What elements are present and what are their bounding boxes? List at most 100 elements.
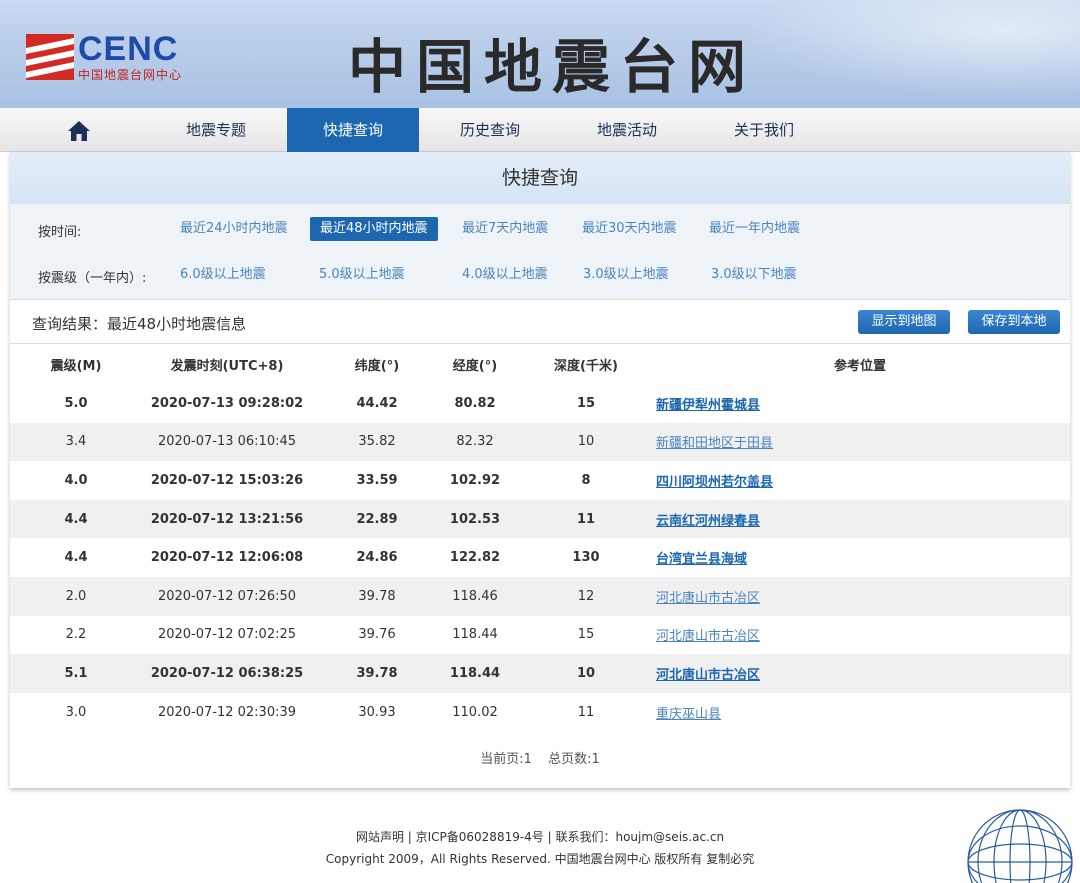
time-cell: 2020-07-12 07:02:25 (157, 627, 297, 643)
latitude-cell: 35.82 (358, 434, 396, 450)
longitude-cell: 118.44 (449, 665, 501, 681)
table-row: 4.0 2020-07-12 15:03:26 33.59 102.92 8 四川阿坝州若… (10, 461, 1070, 500)
location-link[interactable]: 新疆和田地区于田县 (656, 432, 773, 451)
depth-cell: 12 (577, 588, 595, 604)
location-link[interactable]: 河北唐山市古冶区 (656, 625, 760, 644)
location-cell: 河北唐山市古冶区 (656, 577, 1016, 616)
filter-mag-4[interactable]: 4.0级以上地震 (462, 263, 548, 287)
location-cell: 重庆巫山县 (656, 693, 1016, 732)
nav-item-about[interactable]: 关于我们 (698, 108, 830, 152)
by-time-label: 按时间: (38, 225, 82, 240)
nav-item-history-query[interactable]: 历史查询 (424, 108, 556, 152)
time-cell: 2020-07-12 13:21:56 (150, 511, 304, 527)
magnitude-cell: 3.4 (65, 434, 87, 450)
site-header: CENC 中国地震台网中心 中国地震台网 (0, 0, 1080, 108)
longitude-cell: 118.44 (452, 627, 498, 643)
latitude-cell: 39.78 (356, 665, 398, 681)
location-cell: 河北唐山市古冶区 (656, 616, 1016, 655)
time-cell: 2020-07-12 02:30:39 (157, 704, 297, 720)
home-button[interactable] (62, 118, 96, 144)
latitude-cell: 39.76 (358, 627, 396, 643)
location-link[interactable]: 云南红河州绿春县 (656, 510, 760, 529)
filter-section: 按时间: 最近24小时内地震 最近48小时内地震 最近7天内地震 最近30天内地… (10, 204, 1070, 300)
location-link[interactable]: 河北唐山市古冶区 (656, 664, 760, 683)
location-link[interactable]: 四川阿坝州若尔盖县 (656, 471, 773, 490)
location-cell: 台湾宜兰县海域 (656, 538, 1016, 577)
latitude-cell: 22.89 (356, 511, 398, 527)
table-row: 4.4 2020-07-12 13:21:56 22.89 102.53 11 云南红河州… (10, 499, 1070, 539)
current-page: 当前页:1 (480, 752, 532, 767)
cenc-logo-mark-icon (26, 34, 74, 80)
time-cell: 2020-07-12 07:26:50 (157, 588, 297, 604)
filter-mag-6[interactable]: 6.0级以上地震 (180, 263, 266, 287)
longitude-cell: 102.92 (449, 472, 501, 488)
location-cell: 新疆和田地区于田县 (656, 423, 1016, 462)
depth-cell: 15 (576, 395, 596, 411)
depth-cell: 130 (572, 550, 600, 566)
logo-text: CENC (78, 30, 179, 68)
filter-1y[interactable]: 最近一年内地震 (709, 217, 800, 241)
site-footer: 网站声明 | 京ICP备06028819-4号 | 联系我们：houjm@sei… (0, 826, 1080, 870)
cenc-logo[interactable]: CENC 中国地震台网中心 (26, 32, 216, 82)
depth-cell: 15 (577, 627, 595, 643)
time-cell: 2020-07-13 06:10:45 (157, 434, 297, 450)
earthquake-table: 震级(M) 发震时刻(UTC+8) 纬度(°) 经度(°) 深度(千米) 参考位… (10, 344, 1070, 731)
header-latitude: 纬度(°) (354, 358, 400, 374)
time-cell: 2020-07-12 12:06:08 (150, 550, 304, 566)
result-bar: 查询结果：最近48小时地震信息 显示到地图 保存到本地 (10, 300, 1070, 344)
filter-30d[interactable]: 最近30天内地震 (582, 217, 677, 241)
table-row: 5.1 2020-07-12 06:38:25 39.78 118.44 10 河北唐山市… (10, 654, 1070, 693)
table-row: 2.2 2020-07-12 07:02:25 39.76 118.44 15 河北唐山市… (10, 616, 1070, 655)
nav-item-activity[interactable]: 地震活动 (561, 108, 693, 152)
logo-subtitle: 中国地震台网中心 (78, 68, 183, 82)
time-cell: 2020-07-12 06:38:25 (150, 665, 304, 681)
table-row: 3.0 2020-07-12 02:30:39 30.93 110.02 11 重庆巫山县 (10, 693, 1070, 732)
filter-24h[interactable]: 最近24小时内地震 (180, 217, 288, 241)
header-depth: 深度(千米) (554, 358, 618, 374)
filter-7d[interactable]: 最近7天内地震 (462, 217, 548, 241)
location-cell: 云南红河州绿春县 (656, 500, 1016, 539)
filter-mag-5[interactable]: 5.0级以上地震 (319, 263, 405, 287)
depth-cell: 10 (577, 434, 595, 450)
globe-icon (967, 809, 1073, 883)
total-pages: 总页数:1 (548, 752, 600, 767)
quick-query-panel: 快捷查询 按时间: 最近24小时内地震 最近48小时内地震 最近7天内地震 最近… (10, 152, 1070, 788)
filter-48h[interactable]: 最近48小时内地震 (310, 217, 438, 241)
location-link[interactable]: 新疆伊犁州霍城县 (656, 394, 760, 413)
depth-cell: 10 (576, 665, 596, 681)
location-link[interactable]: 重庆巫山县 (656, 703, 721, 722)
home-icon (68, 121, 90, 141)
header-magnitude: 震级(M) (50, 358, 102, 374)
time-cell: 2020-07-13 09:28:02 (150, 395, 304, 411)
filter-mag-3-below[interactable]: 3.0级以下地震 (711, 263, 797, 287)
time-cell: 2020-07-12 15:03:26 (150, 472, 304, 488)
table-row: 4.4 2020-07-12 12:06:08 24.86 122.82 130 台湾宜兰… (10, 538, 1070, 577)
magnitude-cell: 2.0 (65, 588, 87, 604)
longitude-cell: 82.32 (456, 434, 494, 450)
magnitude-cell: 2.2 (65, 627, 87, 643)
magnitude-cell: 5.0 (64, 395, 88, 411)
nav-item-quick-query[interactable]: 快捷查询 (287, 108, 419, 152)
table-row: 2.0 2020-07-12 07:26:50 39.78 118.46 12 河北唐山市… (10, 576, 1070, 616)
footer-copyright: Copyright 2009，All Rights Reserved. 中国地震… (325, 852, 755, 866)
nav-item-topics[interactable]: 地震专题 (150, 108, 282, 152)
pagination: 当前页:1 总页数:1 (10, 748, 1070, 767)
location-link[interactable]: 台湾宜兰县海域 (656, 548, 747, 567)
depth-cell: 8 (581, 472, 591, 488)
filter-mag-3-above[interactable]: 3.0级以上地震 (583, 263, 669, 287)
header-location: 参考位置 (834, 358, 887, 374)
location-cell: 河北唐山市古冶区 (656, 654, 1016, 693)
save-local-button[interactable]: 保存到本地 (968, 310, 1060, 334)
depth-cell: 11 (576, 511, 596, 527)
magnitude-cell: 4.0 (64, 472, 88, 488)
main-nav: 地震专题 快捷查询 历史查询 地震活动 关于我们 (0, 108, 1080, 152)
table-header-row: 震级(M) 发震时刻(UTC+8) 纬度(°) 经度(°) 深度(千米) 参考位… (10, 344, 1070, 384)
magnitude-cell: 4.4 (64, 511, 88, 527)
by-magnitude-label: 按震级（一年内）: (38, 271, 147, 286)
location-link[interactable]: 河北唐山市古冶区 (656, 587, 760, 606)
latitude-cell: 30.93 (358, 704, 396, 720)
location-cell: 四川阿坝州若尔盖县 (656, 461, 1016, 500)
show-on-map-button[interactable]: 显示到地图 (858, 310, 950, 334)
magnitude-cell: 4.4 (64, 550, 88, 566)
table-row: 3.4 2020-07-13 06:10:45 35.82 82.32 10 新疆和田地区… (10, 422, 1070, 462)
